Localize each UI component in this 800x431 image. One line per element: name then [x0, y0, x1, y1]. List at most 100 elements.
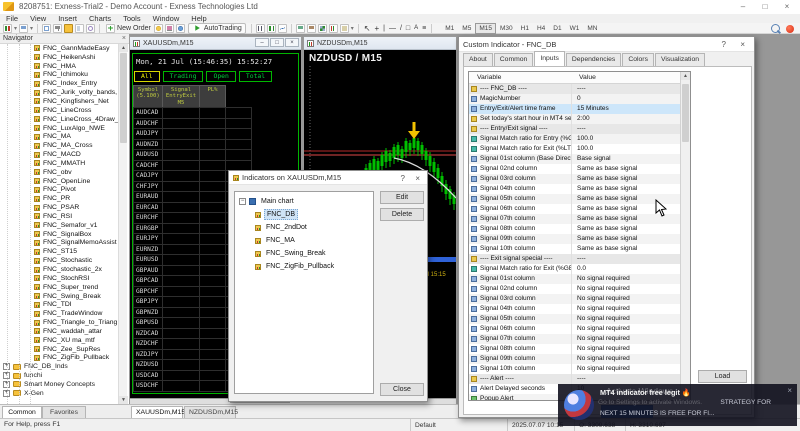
chart-tab-nzdusd[interactable]: NZDUSDm,M15 — [184, 406, 236, 418]
variable-value[interactable]: ---- — [571, 254, 682, 264]
scrollbar-thumb[interactable] — [120, 53, 127, 143]
navigator-indic[interactable]: FNC_Zee_SupRes — [0, 345, 118, 354]
navigator-indic[interactable]: FNC_MACD — [0, 150, 118, 159]
maximize-button[interactable]: □ — [754, 0, 776, 13]
variable-value[interactable]: No signal required — [571, 324, 682, 334]
indicator-list-item[interactable]: FNC_Swing_Break — [235, 247, 373, 260]
variable-value[interactable]: No signal required — [571, 354, 682, 364]
navigator-indic[interactable]: FNC_SignalMemoAssist — [0, 239, 118, 248]
navigator-indic[interactable]: FNC_MMATH — [0, 159, 118, 168]
variable-value[interactable]: 0 — [571, 94, 682, 104]
filter-button[interactable]: Trading — [163, 71, 204, 82]
variable-value[interactable]: No signal required — [571, 284, 682, 294]
variable-value[interactable]: Same as base signal — [571, 174, 682, 184]
chart-tab-xauusd[interactable]: XAUUSDm,M15 — [131, 406, 183, 418]
delete-button[interactable]: Delete — [380, 208, 424, 221]
variable-column-header[interactable]: Variable — [469, 72, 571, 83]
navigator-indic[interactable]: FNC_Ichimoku — [0, 71, 118, 80]
indicators-dialog-titlebar[interactable]: Indicators on XAUUSDm,M15 — [229, 171, 427, 185]
variable-value[interactable]: ---- — [571, 84, 682, 94]
scroll-up-icon[interactable]: ▲ — [681, 72, 690, 80]
navigator-indic[interactable]: FNC_Swing_Break — [0, 292, 118, 301]
navigator-indic[interactable]: FNC_Super_trend — [0, 283, 118, 292]
dialog-close-button[interactable]: × — [415, 174, 420, 183]
zoom-in-icon[interactable] — [296, 24, 305, 33]
filter-button[interactable]: Total — [239, 71, 272, 82]
menu-item[interactable]: Charts — [83, 14, 117, 23]
variable-value[interactable]: No signal required — [571, 314, 682, 324]
custom-dialog-titlebar[interactable]: Custom Indicator - FNC_DB — [459, 37, 754, 52]
panel-icon[interactable] — [75, 24, 84, 33]
scroll-down-icon[interactable]: ▼ — [119, 396, 128, 404]
dialog-tab[interactable]: Dependencies — [566, 53, 621, 66]
dialog-tab[interactable]: Common — [494, 53, 534, 66]
templates-dropdown[interactable]: ▾ — [351, 25, 354, 32]
chart-minimize-button[interactable]: – — [255, 38, 269, 47]
variable-value[interactable]: Same as base signal — [571, 204, 682, 214]
variable-value[interactable]: Same as base signal — [571, 164, 682, 174]
profiles-icon[interactable] — [19, 24, 28, 33]
dialog-tab[interactable]: Inputs — [534, 51, 565, 66]
terminal-icon[interactable] — [165, 24, 174, 33]
navigator-indic[interactable]: FNC_MA_Cross — [0, 141, 118, 150]
navigator-indic[interactable]: FNC_ZigFib_Pullback — [0, 354, 118, 363]
indicator-list-item[interactable]: FNC_2ndDot — [235, 221, 373, 234]
navigator-indic[interactable]: FNC_GannMadeEasy — [0, 44, 118, 53]
dialog-tab[interactable]: About — [463, 53, 493, 66]
navigator-indic[interactable]: FNC_StochRSI — [0, 274, 118, 283]
navigator-indic[interactable]: FNC_obv — [0, 168, 118, 177]
indicator-list-item[interactable]: FNC_DB — [235, 208, 373, 221]
zoom-out-icon[interactable] — [307, 24, 316, 33]
filter-button[interactable]: All — [134, 71, 160, 82]
navigator-indic[interactable]: FNC_LineCross_4Draw_ — [0, 115, 118, 124]
rectangle-tool[interactable]: □ — [406, 25, 410, 32]
navigator-tab-common[interactable]: Common — [2, 406, 42, 418]
navigator-folder[interactable]: X-Gen — [0, 389, 118, 398]
navigator-indic[interactable]: FNC_stochastic_2x — [0, 265, 118, 274]
variable-value[interactable]: 100.0 — [571, 144, 682, 154]
navigator-indic[interactable]: FNC_LuxAlgo_NWE — [0, 124, 118, 133]
navigator-indic[interactable]: FNC_Index_Entry — [0, 79, 118, 88]
variable-value[interactable]: Same as base signal — [571, 214, 682, 224]
scrollbar-thumb[interactable] — [682, 84, 689, 142]
new-chart-icon[interactable] — [3, 24, 12, 33]
candlestick-chart-icon[interactable] — [267, 24, 276, 33]
notifications-icon[interactable] — [786, 25, 794, 33]
crosshair-move-icon[interactable] — [53, 24, 62, 33]
load-button[interactable]: Load — [698, 370, 747, 383]
trendline-tool[interactable]: / — [400, 25, 402, 32]
toast-close-icon[interactable]: × — [787, 386, 792, 395]
menu-item[interactable]: File — [0, 14, 24, 23]
navigator-indic[interactable]: FNC_Pivot — [0, 186, 118, 195]
dialog-tab[interactable]: Visualization — [655, 53, 705, 66]
timeframe-button[interactable]: M30 — [496, 23, 517, 34]
indicators-icon[interactable] — [329, 24, 338, 33]
menu-item[interactable]: View — [24, 14, 52, 23]
inputs-table-scrollbar[interactable]: ▲ — [680, 72, 690, 400]
navigator-indic[interactable]: FNC_Kingfishers_Net — [0, 97, 118, 106]
dialog-help-button[interactable]: ? — [401, 174, 405, 183]
navigator-indic[interactable]: FNC_XU ma_mtf — [0, 336, 118, 345]
navigator-folder[interactable]: Smart Money Concepts — [0, 380, 118, 389]
xauusd-window-titlebar[interactable]: XAUUSDm,M15 – □ × — [130, 37, 301, 50]
value-column-header[interactable]: Value — [571, 72, 682, 83]
timeframe-button[interactable]: H4 — [533, 23, 549, 34]
navigator-indic[interactable]: FNC_ST15 — [0, 247, 118, 256]
variable-value[interactable]: 100.0 — [571, 134, 682, 144]
dialog-tab[interactable]: Colors — [622, 53, 654, 66]
variable-value[interactable]: Same as base signal — [571, 194, 682, 204]
variable-value[interactable]: 15 Minutes — [571, 104, 682, 114]
timeframe-button[interactable]: W1 — [566, 23, 584, 34]
navigator-indic[interactable]: FNC_OpenLine — [0, 177, 118, 186]
navigator-indic[interactable]: FNC_Stochastic — [0, 256, 118, 265]
variable-value[interactable]: Base signal — [571, 154, 682, 164]
search-icon[interactable] — [771, 24, 780, 33]
scroll-up-icon[interactable]: ▲ — [119, 44, 128, 52]
variable-value[interactable]: Same as base signal — [571, 224, 682, 234]
navigator-close-icon[interactable]: × — [122, 34, 126, 44]
timeframe-button[interactable]: M15 — [475, 23, 496, 34]
variable-value[interactable]: No signal required — [571, 294, 682, 304]
variable-value[interactable]: ---- — [571, 124, 682, 134]
navigator-indic[interactable]: FNC_HMA — [0, 62, 118, 71]
templates-icon[interactable] — [340, 24, 349, 33]
